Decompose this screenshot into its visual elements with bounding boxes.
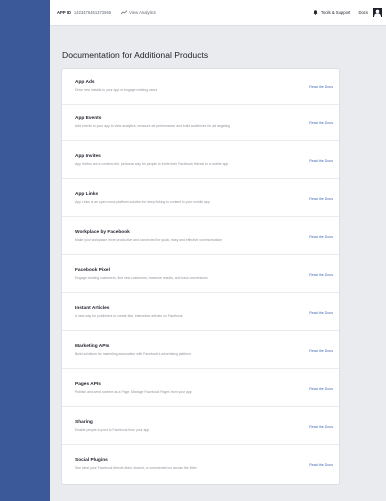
- product-row-social-plugins: Social Plugins See what your Facebook fr…: [62, 447, 339, 483]
- analytics-icon: [121, 10, 128, 15]
- read-docs-link[interactable]: Read the Docs: [309, 197, 333, 201]
- app-id-label: APP ID: [57, 10, 71, 15]
- page-title: Documentation for Additional Products: [62, 50, 209, 60]
- product-row-pages-apis: Pages APIs Publish and send content as a…: [62, 371, 339, 407]
- product-title: Sharing: [75, 420, 93, 425]
- product-title: App Links: [75, 192, 99, 197]
- product-row-app-links: App Links App Links is an open cross pla…: [62, 181, 339, 217]
- read-docs-link[interactable]: Read the Docs: [309, 311, 333, 315]
- read-docs-link[interactable]: Read the Docs: [309, 273, 333, 277]
- top-bar: APP ID 1423476451372565 View Analytics T…: [50, 0, 386, 26]
- product-description: Publish and send content as a Page. Mana…: [75, 390, 192, 394]
- product-description: Drive new installs to your app or engage…: [75, 88, 158, 92]
- main-page: APP ID 1423476451372565 View Analytics T…: [50, 0, 386, 501]
- bell-icon: [313, 10, 318, 15]
- product-description: Engage existing customers, find new cust…: [75, 276, 208, 280]
- top-right-tools: Tools & Support Docs: [313, 8, 382, 17]
- read-docs-link[interactable]: Read the Docs: [309, 387, 333, 391]
- product-description: Enable people to post to Facebook from y…: [75, 428, 150, 432]
- product-row-instant-articles: Instant Articles A new way for publisher…: [62, 295, 339, 331]
- read-docs-link[interactable]: Read the Docs: [309, 235, 333, 239]
- product-row-app-invites: App Invites App Invites are a content-ri…: [62, 143, 339, 179]
- product-title: Workplace by Facebook: [75, 230, 130, 235]
- tools-support-label: Tools & Support: [320, 10, 351, 15]
- product-row-marketing-apis: Marketing APIs Build solutions for marke…: [62, 333, 339, 369]
- products-card: App Ads Drive new installs to your app o…: [61, 68, 340, 485]
- left-sidebar: [0, 0, 50, 501]
- product-title: Pages APIs: [75, 382, 101, 387]
- read-docs-link[interactable]: Read the Docs: [309, 425, 333, 429]
- product-title: App Ads: [75, 80, 95, 85]
- read-docs-link[interactable]: Read the Docs: [309, 121, 333, 125]
- product-description: Make your workplace more productive and …: [75, 238, 223, 242]
- product-description: App Links is an open cross platform solu…: [75, 200, 210, 204]
- app-id-value: 1423476451372565: [73, 10, 112, 15]
- product-title: Facebook Pixel: [75, 268, 110, 273]
- product-description: Add events to your app to view analytics…: [75, 124, 231, 128]
- read-docs-link[interactable]: Read the Docs: [309, 349, 333, 353]
- avatar[interactable]: [373, 8, 382, 17]
- view-analytics-link[interactable]: View Analytics: [121, 10, 156, 15]
- read-docs-link[interactable]: Read the Docs: [309, 463, 333, 467]
- product-row-facebook-pixel: Facebook Pixel Engage existing customers…: [62, 257, 339, 293]
- product-description: See what your Facebook friends liked, sh…: [75, 466, 197, 470]
- product-row-app-ads: App Ads Drive new installs to your app o…: [62, 69, 339, 105]
- product-title: Marketing APIs: [75, 344, 110, 349]
- product-title: Instant Articles: [75, 306, 110, 311]
- read-docs-link[interactable]: Read the Docs: [309, 85, 333, 89]
- product-row-sharing: Sharing Enable people to post to Faceboo…: [62, 409, 339, 445]
- product-title: App Invites: [75, 154, 101, 159]
- view-analytics-label: View Analytics: [129, 10, 156, 15]
- docs-link[interactable]: Docs: [358, 10, 368, 15]
- product-title: App Events: [75, 116, 102, 121]
- product-row-app-events: App Events Add events to your app to vie…: [62, 105, 339, 141]
- product-title: Social Plugins: [75, 458, 108, 463]
- product-description: Build solutions for marketing automation…: [75, 352, 191, 356]
- user-avatar-icon: [373, 8, 382, 17]
- tools-support-button[interactable]: Tools & Support: [313, 10, 351, 15]
- product-description: App Invites are a content-rich, personal…: [75, 162, 229, 166]
- product-row-workplace: Workplace by Facebook Make your workplac…: [62, 219, 339, 255]
- read-docs-link[interactable]: Read the Docs: [309, 159, 333, 163]
- product-description: A new way for publishers to create fast,…: [75, 314, 183, 318]
